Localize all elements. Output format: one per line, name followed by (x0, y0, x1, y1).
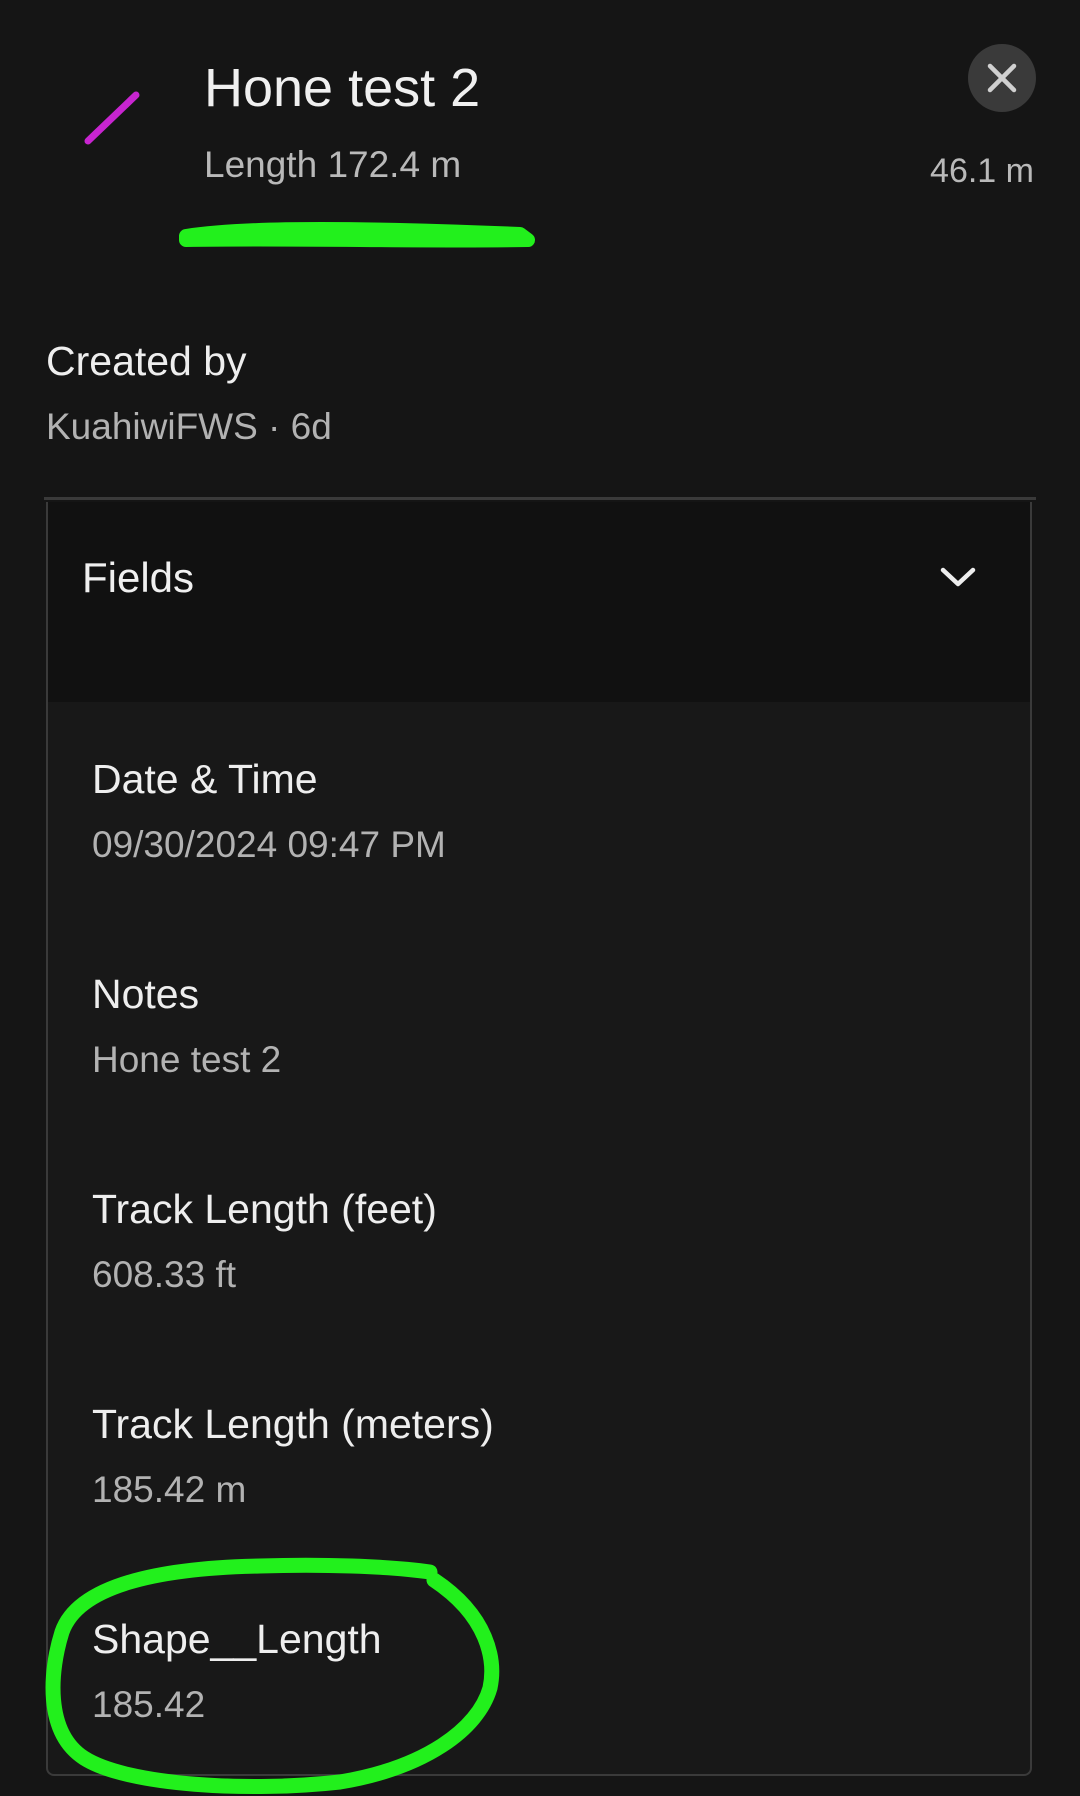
field-label: Notes (92, 971, 200, 1017)
feature-details-panel: Hone test 2 Length 172.4 m 46.1 m Create… (0, 0, 1080, 1796)
field-value: 185.42 m (92, 1469, 247, 1510)
field-value: 09/30/2024 09:47 PM (92, 824, 446, 865)
section-divider (44, 497, 1036, 500)
field-notes: Notes Hone test 2 (92, 969, 992, 1083)
fields-card: Fields Date & Time 09/30/2024 09:47 PM N… (46, 502, 1032, 1776)
created-by-label: Created by (46, 338, 247, 384)
field-label: Date & Time (92, 756, 318, 802)
distance-from-user: 46.1 m (930, 152, 1034, 190)
field-track-length-meters: Track Length (meters) 185.42 m (92, 1399, 992, 1513)
field-label: Track Length (feet) (92, 1186, 437, 1232)
chevron-down-icon[interactable] (938, 564, 978, 590)
field-value: 185.42 (92, 1684, 206, 1725)
close-button[interactable] (968, 44, 1036, 112)
field-value: 608.33 ft (92, 1254, 237, 1295)
field-label: Track Length (meters) (92, 1401, 494, 1447)
field-track-length-feet: Track Length (feet) 608.33 ft (92, 1184, 992, 1298)
field-label: Shape__Length (92, 1616, 382, 1662)
field-value: Hone test 2 (92, 1039, 282, 1080)
feature-length: Length 172.4 m (204, 144, 462, 185)
close-icon (987, 63, 1017, 93)
field-date-time: Date & Time 09/30/2024 09:47 PM (92, 754, 992, 868)
created-by-value: KuahiwiFWS · 6d (46, 406, 332, 447)
line-feature-icon (84, 91, 140, 145)
fields-header[interactable]: Fields (48, 502, 1030, 702)
field-shape-length: Shape__Length 185.42 (92, 1614, 992, 1728)
feature-title: Hone test 2 (204, 58, 481, 118)
highlight-underline (179, 222, 535, 248)
fields-title: Fields (82, 554, 195, 601)
